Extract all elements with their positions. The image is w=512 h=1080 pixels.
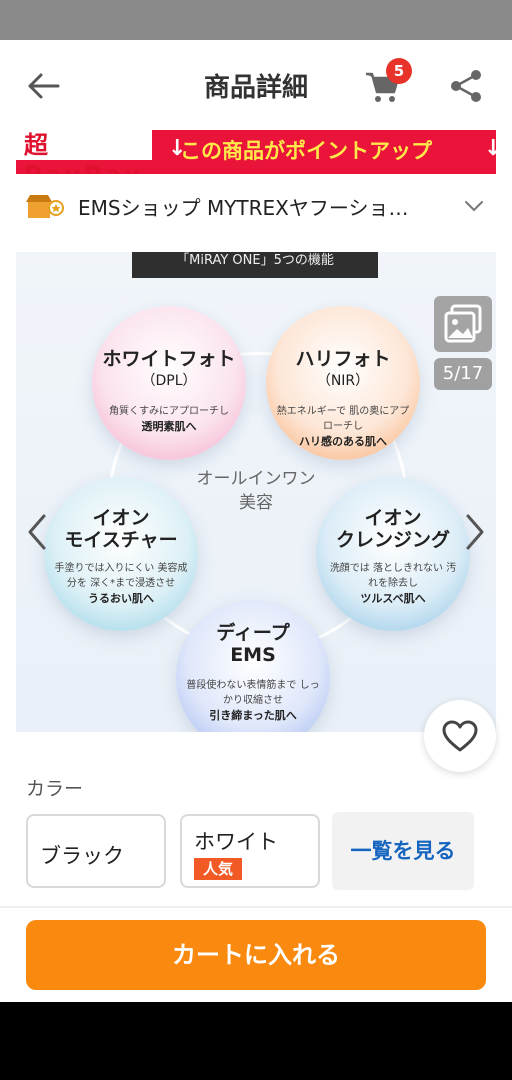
center-caption-line2: 美容 xyxy=(239,493,273,513)
feature-subtitle: クレンジング xyxy=(335,529,450,551)
center-caption: オールインワン 美容 xyxy=(186,467,326,515)
feature-description: 熱エネルギーで 肌の奥にアプローチし xyxy=(276,406,410,432)
feature-title: イオン xyxy=(92,507,150,529)
feature-bubble-hari-photo: ハリフォト （NIR） 熱エネルギーで 肌の奥にアプローチし ハリ感のある肌へ xyxy=(266,306,420,460)
feature-title: ホワイトフォト xyxy=(102,348,236,370)
gallery-button[interactable] xyxy=(434,296,492,352)
campaign-message: この商品がポイントアップ xyxy=(180,139,432,163)
campaign-logo: 超PayPay祭 xyxy=(16,130,152,174)
feature-description: 洗顔では 落としきれない 汚れを除去し xyxy=(329,563,457,589)
campaign-banner[interactable]: 超PayPay祭 ↓ この商品がポイントアップ ↓ xyxy=(16,130,496,174)
center-caption-line1: オールインワン xyxy=(196,469,316,489)
feature-description: 普段使わない表情筋まで しっかり収縮させ xyxy=(186,680,320,706)
color-option-black[interactable]: ブラック xyxy=(26,814,166,888)
status-bar xyxy=(0,0,512,40)
feature-result: 透明素肌へ xyxy=(141,420,197,433)
page-title: 商品詳細 xyxy=(203,73,308,103)
feature-description: 角質くすみにアプローチし xyxy=(109,406,229,417)
feature-title: ディープ xyxy=(216,622,290,644)
favorite-button[interactable] xyxy=(424,700,496,772)
chevron-down-icon[interactable] xyxy=(460,194,488,218)
feature-bubble-ion-moisture: イオン モイスチャー 手塗りでは入りにくい 美容成分を 深く*まで浸透させ うる… xyxy=(44,477,198,631)
product-detail-screen: 商品詳細 5 超PayPay祭 ↓ この商品がポイントアップ ↓ xyxy=(0,40,512,1002)
heart-icon xyxy=(442,720,478,752)
color-option-label: ホワイト xyxy=(194,830,278,854)
feature-result: うるおい肌へ xyxy=(88,592,154,605)
color-option-label: ブラック xyxy=(40,844,124,868)
cart-count-badge: 5 xyxy=(386,58,412,84)
feature-bubble-white-photo: ホワイトフォト （DPL） 角質くすみにアプローチし 透明素肌へ xyxy=(92,306,246,460)
store-icon xyxy=(26,195,64,218)
feature-result: ハリ感のある肌へ xyxy=(299,435,387,448)
feature-subtitle: EMS xyxy=(230,644,276,666)
feature-bubble-ion-cleansing: イオン クレンジング 洗顔では 落としきれない 汚れを除去し ツルスベ肌へ xyxy=(316,477,470,631)
image-page-counter: 5/17 xyxy=(434,358,492,390)
color-section-label: カラー xyxy=(26,778,84,800)
chevron-left-icon xyxy=(28,514,46,550)
feature-result: ツルスベ肌へ xyxy=(360,592,426,605)
popular-badge: 人気 xyxy=(194,858,242,880)
store-row[interactable]: EMSショップ MYTREXヤフーショ… xyxy=(0,180,512,230)
chevron-right-icon xyxy=(466,514,484,550)
store-name: EMSショップ MYTREXヤフーショ… xyxy=(78,196,409,220)
image-gallery-icon xyxy=(444,304,482,343)
feature-title: ハリフォト xyxy=(295,348,391,370)
add-to-cart-button[interactable]: カートに入れる xyxy=(26,920,486,990)
share-icon xyxy=(451,70,481,102)
arrow-down-icon: ↓ xyxy=(484,136,496,161)
feature-subtitle: （DPL） xyxy=(141,373,197,389)
feature-title: イオン xyxy=(364,507,422,529)
feature-description: 手塗りでは入りにくい 美容成分を 深く*まで浸透させ xyxy=(54,563,188,589)
feature-subtitle: モイスチャー xyxy=(64,529,178,551)
product-image-carousel[interactable]: 「MiRAY ONE」5つの機能 オールインワン 美容 ホワイトフォト （DPL… xyxy=(16,252,496,732)
feature-subtitle: （NIR） xyxy=(316,373,370,389)
share-button[interactable] xyxy=(446,66,490,110)
color-option-white[interactable]: ホワイト 人気 xyxy=(180,814,320,888)
app-header: 商品詳細 5 xyxy=(0,40,512,130)
feature-result: 引き締まった肌へ xyxy=(209,709,297,722)
divider xyxy=(0,906,512,908)
next-image-button[interactable] xyxy=(460,510,490,554)
view-all-colors-button[interactable]: 一覧を見る xyxy=(332,812,474,890)
feature-tag: 「MiRAY ONE」5つの機能 xyxy=(132,252,378,278)
previous-image-button[interactable] xyxy=(22,510,52,554)
